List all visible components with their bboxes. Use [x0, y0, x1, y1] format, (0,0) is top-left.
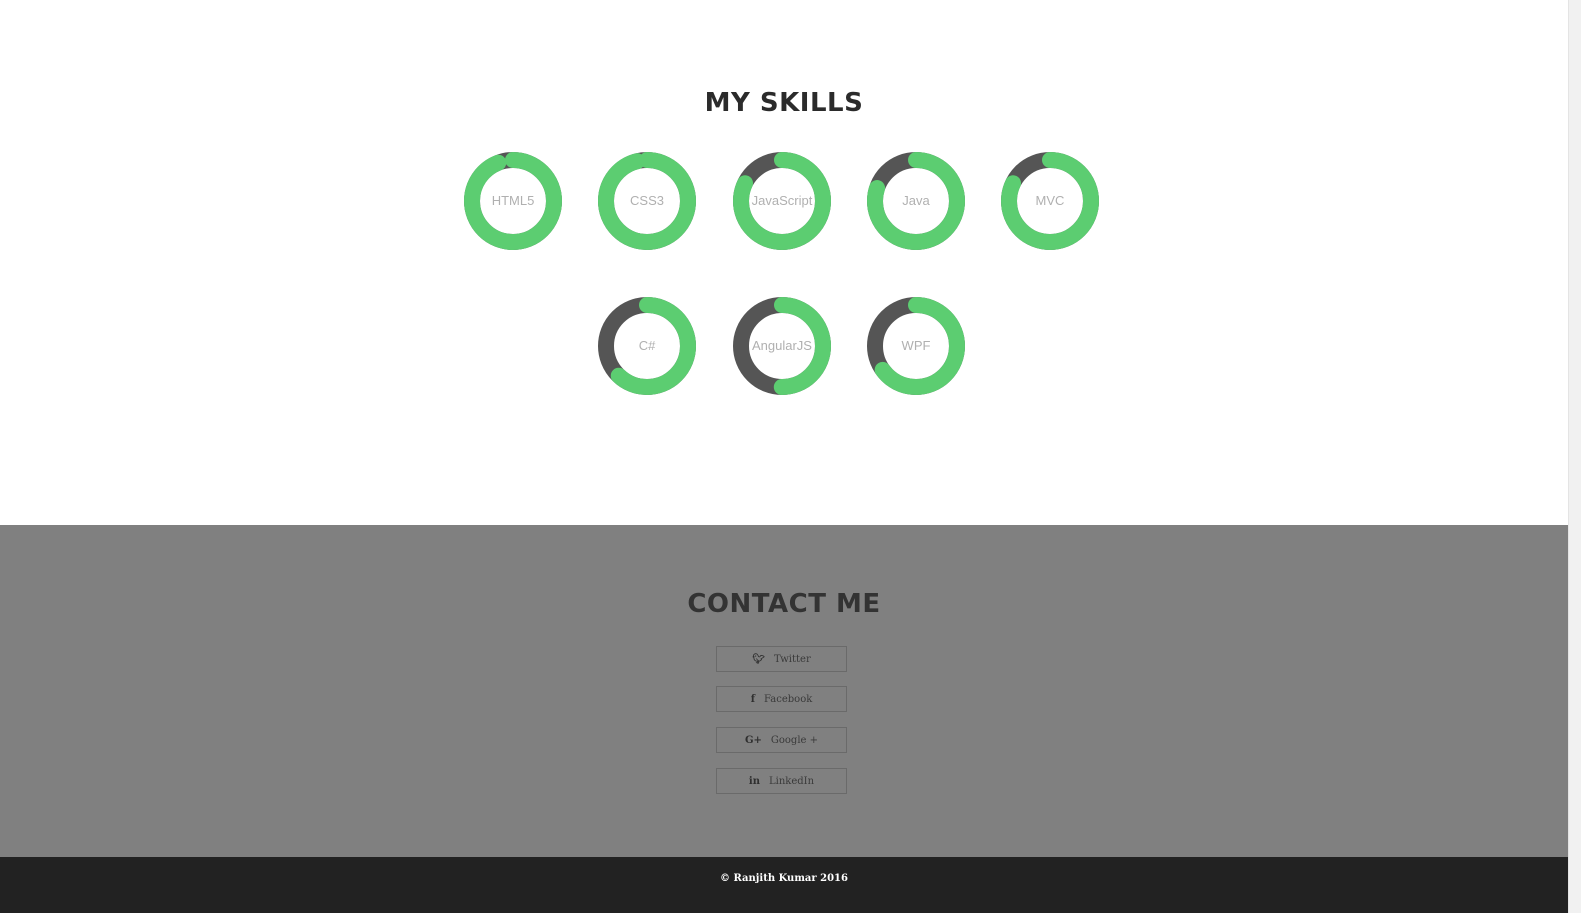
facebook-icon: f: [750, 693, 756, 705]
google-plus-icon: G+: [744, 734, 762, 746]
skill-label: WPF: [901, 338, 931, 353]
skills-section: MY SKILLS HTML5 CSS3 JavaScript Java MVC…: [0, 0, 1568, 525]
skill-label: HTML5: [491, 193, 535, 208]
skill-wpf: WPF: [866, 296, 966, 396]
twitter-icon: 🐦︎: [752, 653, 765, 665]
twitter-label: Twitter: [773, 653, 811, 665]
facebook-button[interactable]: f Facebook: [716, 686, 847, 712]
facebook-label: Facebook: [764, 693, 813, 705]
skill-mvc: MVC: [1000, 151, 1100, 251]
skill-angularjs: AngularJS: [732, 296, 832, 396]
skill-html5: HTML5: [463, 151, 563, 251]
contact-title: CONTACT ME: [687, 589, 881, 619]
skill-java: Java: [866, 151, 966, 251]
google-plus-label: Google +: [770, 734, 819, 746]
contact-section: CONTACT ME 🐦︎ Twitter f Facebook G+ Goog…: [0, 525, 1568, 857]
skill-label: Java: [902, 193, 930, 208]
linkedin-label: LinkedIn: [769, 775, 815, 787]
skill-label: MVC: [1035, 193, 1065, 208]
skills-title: MY SKILLS: [704, 88, 864, 118]
skill-css3: CSS3: [597, 151, 697, 251]
skill-label: CSS3: [630, 193, 664, 208]
skill-javascript: JavaScript: [732, 151, 832, 251]
linkedin-button[interactable]: in LinkedIn: [716, 768, 847, 794]
linkedin-icon: in: [748, 775, 760, 787]
footer: © Ranjith Kumar 2016: [0, 857, 1568, 913]
twitter-button[interactable]: 🐦︎ Twitter: [716, 646, 847, 672]
skill-label: C#: [638, 338, 656, 353]
google-plus-button[interactable]: G+ Google +: [716, 727, 847, 753]
copyright-text: © Ranjith Kumar 2016: [720, 873, 848, 884]
skill-label: AngularJS: [752, 338, 812, 353]
vertical-scrollbar[interactable]: [1568, 0, 1581, 913]
skill-csharp: C#: [597, 296, 697, 396]
skill-label: JavaScript: [751, 193, 813, 208]
